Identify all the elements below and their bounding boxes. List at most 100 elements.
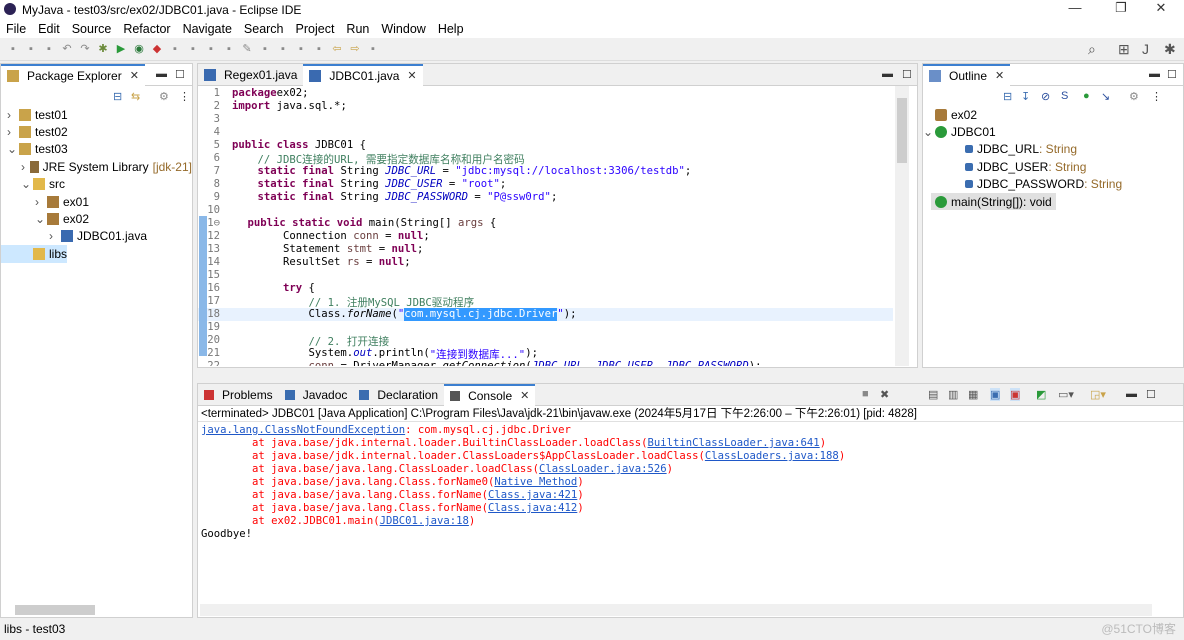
- sort-icon[interactable]: ↧: [1021, 90, 1030, 103]
- word-wrap-icon[interactable]: ▦: [968, 388, 978, 401]
- source-link[interactable]: ClassLoader.java:526: [539, 463, 667, 475]
- tree-item-test03[interactable]: ⌄ test03: [1, 141, 192, 158]
- code-line[interactable]: 17 // 1. 注册MySQL JDBC驱动程序: [198, 295, 893, 309]
- maximize-icon[interactable]: ☐: [1146, 388, 1156, 401]
- minimize-icon[interactable]: ▬: [1126, 388, 1137, 400]
- tree-item-ex01[interactable]: › ex01: [1, 193, 192, 210]
- expand-arrow-icon[interactable]: ›: [21, 160, 30, 174]
- hide-static-icon[interactable]: S: [1061, 90, 1068, 102]
- code-line[interactable]: 14 ResultSet rs = null;: [198, 256, 893, 269]
- close-icon[interactable]: ✕: [520, 389, 529, 402]
- menu-project[interactable]: Project: [290, 22, 341, 36]
- search-icon[interactable]: ⌕: [1088, 41, 1096, 58]
- outline-item-ex02[interactable]: ex02: [923, 106, 1183, 123]
- run-icon[interactable]: ▶: [114, 42, 128, 56]
- code-line[interactable]: 18 Class. forName(" com.mysql.cj.jdbc.Driv…: [198, 308, 893, 321]
- tab-javadoc[interactable]: Javadoc: [279, 384, 354, 406]
- source-link[interactable]: ClassLoaders.java:188: [705, 450, 839, 462]
- maximize-icon[interactable]: ☐: [1167, 68, 1177, 81]
- next-annotation-icon[interactable]: ▪: [294, 42, 308, 56]
- code-line[interactable]: 1 package ex02;: [198, 87, 893, 100]
- search-icon[interactable]: ✎: [240, 42, 254, 56]
- code-line[interactable]: 6 // JDBC连接的URL, 需要指定数据库名称和用户名密码: [198, 152, 893, 166]
- display-console-icon[interactable]: ▭▾: [1058, 388, 1074, 401]
- hide-fields-icon[interactable]: ⊘: [1041, 90, 1050, 103]
- code-line[interactable]: 3: [198, 113, 893, 126]
- source-link[interactable]: BuiltinClassLoader.java:641: [647, 437, 819, 449]
- code-line[interactable]: 16 try {: [198, 282, 893, 295]
- hide-nonpublic-icon[interactable]: ●: [1083, 90, 1090, 102]
- menu-refactor[interactable]: Refactor: [117, 22, 176, 36]
- code-line[interactable]: 19: [198, 321, 893, 334]
- expand-arrow-icon[interactable]: ›: [35, 195, 47, 209]
- menu-window[interactable]: Window: [375, 22, 431, 36]
- code-line[interactable]: 12 Connection conn = null;: [198, 230, 893, 243]
- show-on-stderr-icon[interactable]: ▣: [1010, 388, 1021, 401]
- prev-annotation-icon[interactable]: ▪: [312, 42, 326, 56]
- pin-console-icon[interactable]: ◩: [1036, 388, 1046, 401]
- expand-arrow-icon[interactable]: ⌄: [35, 212, 47, 226]
- expand-arrow-icon[interactable]: ›: [7, 125, 19, 139]
- code-line[interactable]: 4: [198, 126, 893, 139]
- tree-item-libs[interactable]: libs: [1, 245, 68, 263]
- outline-item-jdbc-user[interactable]: JDBC_USER : String: [923, 158, 1183, 175]
- pin-editor-icon[interactable]: ▪: [366, 42, 380, 56]
- clear-console-icon[interactable]: ▤: [928, 388, 938, 401]
- collapse-all-icon[interactable]: ⊟: [113, 90, 122, 103]
- close-button[interactable]: ✕: [1138, 0, 1184, 16]
- annotation-icon[interactable]: ▪: [276, 42, 290, 56]
- back-icon[interactable]: ⇦: [330, 42, 344, 56]
- minimize-icon[interactable]: ▬: [882, 68, 893, 80]
- debug-perspective-icon[interactable]: ✱: [1164, 41, 1176, 58]
- save-all-icon[interactable]: ▪: [42, 42, 56, 56]
- exception-link[interactable]: java.lang.ClassNotFoundException: [201, 424, 405, 436]
- expand-arrow-icon[interactable]: ⌄: [21, 177, 33, 191]
- tab-jdbc01-java[interactable]: JDBC01.java ✕: [303, 63, 423, 86]
- open-perspective-icon[interactable]: ⊞: [1118, 41, 1130, 58]
- code-line[interactable]: 8 static final String JDBC_USER = "root"…: [198, 178, 893, 191]
- close-icon[interactable]: ✕: [995, 69, 1004, 82]
- terminate-icon[interactable]: ■: [862, 388, 869, 400]
- code-line[interactable]: 5 public class JDBC01 {: [198, 139, 893, 152]
- horizontal-scrollbar[interactable]: [15, 605, 95, 615]
- outline-item-jdbc-url[interactable]: JDBC_URL : String: [923, 141, 1183, 158]
- code-line[interactable]: 11⊖ public static void main(String[] arg…: [198, 217, 893, 230]
- source-link[interactable]: Class.java:421: [488, 489, 577, 501]
- menu-navigate[interactable]: Navigate: [177, 22, 238, 36]
- remove-launch-icon[interactable]: ✖: [880, 388, 889, 401]
- minimize-icon[interactable]: ▬: [156, 68, 167, 80]
- expand-arrow-icon[interactable]: ⌄: [923, 125, 935, 139]
- collapse-all-icon[interactable]: ⊟: [1003, 90, 1012, 103]
- redo-icon[interactable]: ↷: [78, 42, 92, 56]
- outline-item-jdbc-password[interactable]: JDBC_PASSWORD : String: [923, 176, 1183, 193]
- view-menu-icon[interactable]: ⋮: [179, 90, 190, 103]
- code-line[interactable]: 2 import java.sql.*;: [198, 100, 893, 113]
- scroll-thumb[interactable]: [897, 98, 907, 163]
- source-link[interactable]: Class.java:412: [488, 502, 577, 514]
- undo-icon[interactable]: ↶: [60, 42, 74, 56]
- tree-item-jdbc01-java[interactable]: › JDBC01.java: [1, 228, 192, 245]
- code-line[interactable]: 10: [198, 204, 893, 217]
- scroll-lock-icon[interactable]: ▥: [948, 388, 958, 401]
- menu-edit[interactable]: Edit: [32, 22, 66, 36]
- tab-outline[interactable]: Outline ✕: [923, 63, 1011, 86]
- maximize-icon[interactable]: ☐: [902, 68, 912, 81]
- save-icon[interactable]: ▪: [24, 42, 38, 56]
- java-perspective-icon[interactable]: J: [1142, 41, 1149, 57]
- expand-arrow-icon[interactable]: ›: [49, 229, 61, 243]
- menu-search[interactable]: Search: [238, 22, 290, 36]
- new-class-icon[interactable]: ▪: [204, 42, 218, 56]
- debug-icon[interactable]: ✱: [96, 42, 110, 56]
- tree-item-ex02[interactable]: ⌄ ex02: [1, 210, 192, 227]
- forward-icon[interactable]: ⇨: [348, 42, 362, 56]
- code-line[interactable]: 7 static final String JDBC_URL = "jdbc:m…: [198, 165, 893, 178]
- menu-run[interactable]: Run: [340, 22, 375, 36]
- minimize-button[interactable]: —: [1052, 0, 1098, 15]
- tree-item-src[interactable]: ⌄ src: [1, 176, 192, 193]
- code-line[interactable]: 9 static final String JDBC_PASSWORD = "P…: [198, 191, 893, 204]
- menu-help[interactable]: Help: [432, 22, 470, 36]
- close-icon[interactable]: ✕: [407, 69, 416, 82]
- menu-file[interactable]: File: [0, 22, 32, 36]
- expand-arrow-icon[interactable]: ›: [7, 108, 19, 122]
- tab-problems[interactable]: Problems: [198, 384, 279, 406]
